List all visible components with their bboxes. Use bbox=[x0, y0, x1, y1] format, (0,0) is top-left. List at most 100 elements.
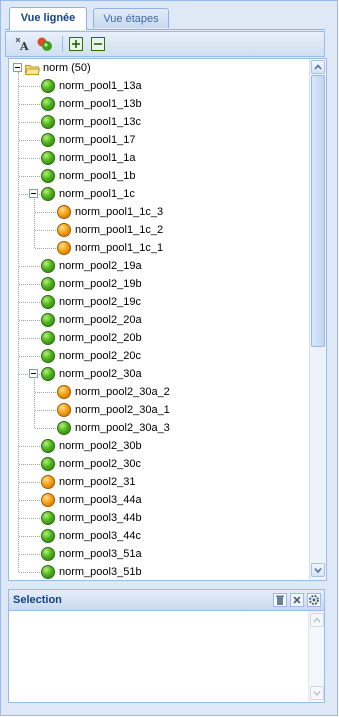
tab-vue-lignee[interactable]: Vue lignée bbox=[9, 7, 87, 30]
tree-node-label: norm_pool2_19a bbox=[59, 260, 142, 272]
expand-all-icon[interactable] bbox=[68, 36, 86, 52]
tree-scrollbar[interactable] bbox=[309, 59, 326, 580]
tree-node-label: norm_pool3_51b bbox=[59, 566, 142, 578]
tree-node[interactable]: norm_pool1_1a bbox=[9, 149, 299, 167]
tree-node[interactable]: norm_pool2_20b bbox=[9, 329, 299, 347]
tree-toolbar: A bbox=[5, 31, 325, 57]
tree-node-label: norm_pool1_1c bbox=[59, 188, 135, 200]
selection-title: Selection bbox=[13, 594, 62, 606]
refresh-color-icon[interactable] bbox=[36, 36, 54, 52]
collapse-all-icon[interactable] bbox=[90, 36, 108, 52]
green-status-icon bbox=[41, 133, 55, 147]
tree-node-label: norm_pool2_30a_3 bbox=[75, 422, 170, 434]
orange-status-icon bbox=[57, 223, 71, 237]
tree-root-node[interactable]: norm (50) bbox=[9, 59, 309, 77]
tree-node[interactable]: norm_pool1_13b bbox=[9, 95, 299, 113]
tree-node[interactable]: norm_pool2_19a bbox=[9, 257, 299, 275]
tree-node[interactable]: norm_pool2_19c bbox=[9, 293, 299, 311]
green-status-icon bbox=[41, 151, 55, 165]
tree-node-label: norm_pool2_30a bbox=[59, 368, 142, 380]
tree-node-label: norm_pool2_30a_2 bbox=[75, 386, 170, 398]
collapse-toggle-icon[interactable] bbox=[29, 189, 38, 198]
selection-header: Selection bbox=[8, 589, 325, 611]
tree-node-label: norm_pool2_19b bbox=[59, 278, 142, 290]
tree-root-label: norm (50) bbox=[43, 62, 91, 74]
close-icon[interactable] bbox=[290, 593, 304, 607]
tree-node[interactable]: norm_pool2_19b bbox=[9, 275, 299, 293]
green-status-icon bbox=[41, 457, 55, 471]
tree-node[interactable]: norm_pool1_1c bbox=[9, 185, 299, 203]
folder-open-icon bbox=[24, 63, 41, 75]
tree-node-label: norm_pool2_20a bbox=[59, 314, 142, 326]
tree-node-label: norm_pool1_1b bbox=[59, 170, 136, 182]
tree-node-label: norm_pool2_20c bbox=[59, 350, 141, 362]
tree-node-label: norm_pool2_30a_1 bbox=[75, 404, 170, 416]
tree-node-label: norm_pool1_1c_1 bbox=[75, 242, 164, 254]
scroll-thumb[interactable] bbox=[311, 75, 325, 347]
green-status-icon bbox=[41, 349, 55, 363]
selection-scroll-down[interactable] bbox=[310, 686, 324, 700]
sort-text-icon[interactable]: A bbox=[14, 36, 32, 53]
collapse-toggle-icon[interactable] bbox=[29, 369, 38, 378]
lineage-tree: norm (50) norm_pool1_13a norm_pool1_13bno… bbox=[8, 58, 327, 581]
selection-scrollbar[interactable] bbox=[308, 611, 324, 702]
tree-node[interactable]: norm_pool3_51a bbox=[9, 545, 299, 563]
tree-node-label: norm_pool1_1c_3 bbox=[75, 206, 164, 218]
tree-node[interactable]: norm_pool3_44c bbox=[9, 527, 299, 545]
tree-node[interactable]: norm_pool1_1b bbox=[9, 167, 299, 185]
orange-status-icon bbox=[41, 475, 55, 489]
tree-node-label: norm_pool2_30b bbox=[59, 440, 142, 452]
tree-node[interactable]: norm_pool1_1c_1 bbox=[9, 239, 299, 257]
tree-node-label: norm_pool2_20b bbox=[59, 332, 142, 344]
tree-node-label: norm_pool3_51a bbox=[59, 548, 142, 560]
tree-node-label: norm_pool1_13c bbox=[59, 116, 141, 128]
green-status-icon bbox=[41, 367, 55, 381]
selection-list bbox=[8, 611, 325, 703]
tree-node-label: norm_pool1_17 bbox=[59, 134, 136, 146]
tree-node[interactable]: norm_pool2_30a_2 bbox=[9, 383, 299, 401]
scroll-up-button[interactable] bbox=[311, 60, 325, 74]
green-status-icon bbox=[41, 97, 55, 111]
tree-node[interactable]: norm_pool3_51b bbox=[9, 563, 299, 580]
tree-node[interactable]: norm_pool1_17 bbox=[9, 131, 299, 149]
tree-node-label: norm_pool1_13a bbox=[59, 80, 142, 92]
tree-node-label: norm_pool3_44a bbox=[59, 494, 142, 506]
tree-node[interactable]: norm_pool2_30a_3 bbox=[9, 419, 299, 437]
orange-status-icon bbox=[57, 241, 71, 255]
tree-node[interactable]: norm_pool2_20c bbox=[9, 347, 299, 365]
tree-node[interactable]: norm_pool1_1c_3 bbox=[9, 203, 299, 221]
tree-node-label: norm_pool2_19c bbox=[59, 296, 141, 308]
toolbar-separator bbox=[62, 36, 63, 52]
green-status-icon bbox=[41, 331, 55, 345]
orange-status-icon bbox=[57, 205, 71, 219]
orange-status-icon bbox=[57, 385, 71, 399]
tree-node[interactable]: norm_pool2_30a_1 bbox=[9, 401, 299, 419]
tree-node[interactable]: norm_pool2_30c bbox=[9, 455, 299, 473]
tree-node-label: norm_pool3_44b bbox=[59, 512, 142, 524]
tree-node[interactable]: norm_pool3_44b bbox=[9, 509, 299, 527]
tree-node[interactable]: norm_pool2_30b bbox=[9, 437, 299, 455]
green-status-icon bbox=[41, 259, 55, 273]
scroll-down-button[interactable] bbox=[311, 563, 325, 577]
tree-node[interactable]: norm_pool3_44a bbox=[9, 491, 299, 509]
selection-scroll-up[interactable] bbox=[310, 613, 324, 627]
tree-node[interactable]: norm_pool2_30a bbox=[9, 365, 299, 383]
collapse-toggle-icon[interactable] bbox=[13, 63, 22, 72]
green-status-icon bbox=[57, 421, 71, 435]
tree-node[interactable]: norm_pool2_31 bbox=[9, 473, 299, 491]
trash-icon[interactable] bbox=[273, 593, 287, 607]
tree-node-label: norm_pool1_13b bbox=[59, 98, 142, 110]
orange-status-icon bbox=[57, 403, 71, 417]
green-status-icon bbox=[41, 295, 55, 309]
tree-node[interactable]: norm_pool2_20a bbox=[9, 311, 299, 329]
green-status-icon bbox=[41, 565, 55, 579]
tree-node[interactable]: norm_pool1_13a bbox=[9, 77, 299, 95]
gear-icon[interactable] bbox=[307, 593, 321, 607]
tree-node[interactable]: norm_pool1_1c_2 bbox=[9, 221, 299, 239]
tab-vue-etapes[interactable]: Vue étapes bbox=[93, 8, 169, 28]
green-status-icon bbox=[41, 529, 55, 543]
tree-node[interactable]: norm_pool1_13c bbox=[9, 113, 299, 131]
green-status-icon bbox=[41, 115, 55, 129]
green-status-icon bbox=[41, 169, 55, 183]
tree-node-label: norm_pool1_1a bbox=[59, 152, 136, 164]
